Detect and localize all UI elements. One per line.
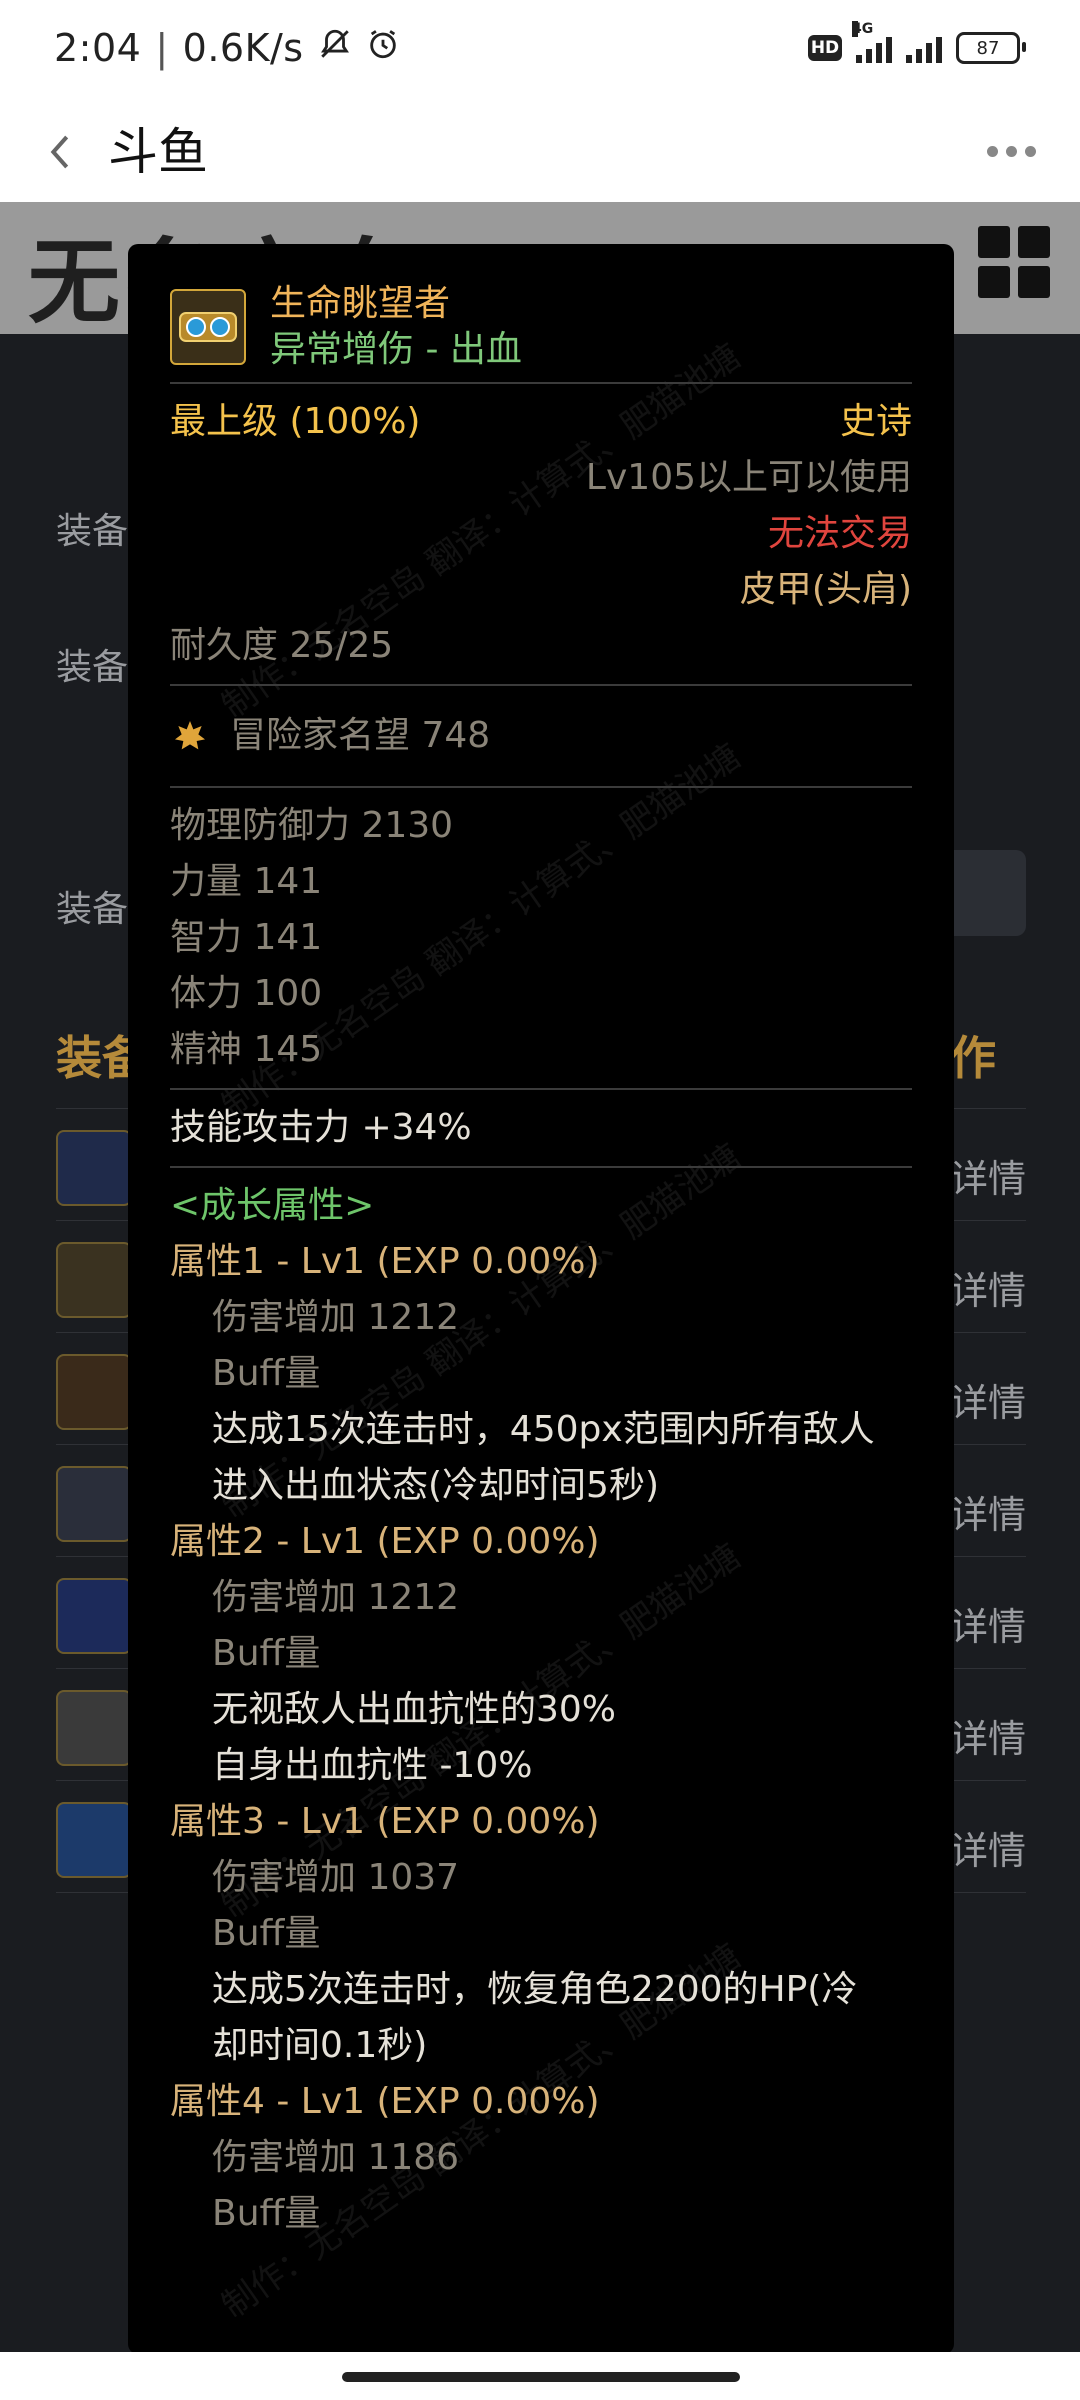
equipment-slot-icon[interactable] [56, 1354, 132, 1430]
attribute-buff: Buff量 [212, 1633, 321, 1674]
detail-link[interactable]: 详情 [950, 1260, 1026, 1315]
equipment-row-label: 装备 [56, 647, 129, 688]
attribute-buff: Buff量 [212, 2193, 321, 2234]
divider [170, 684, 912, 686]
attribute-effect: 却时间0.1秒) [212, 2025, 428, 2066]
equipment-row-label: 装备 [56, 511, 129, 552]
skill-attack: 技能攻击力 +34% [170, 1107, 472, 1148]
app-header: 斗鱼 [0, 100, 1080, 202]
level-requirement: Lv105以上可以使用 [585, 457, 912, 498]
grade-row: 最上级 (100%) 史诗 [170, 394, 912, 450]
attribute-damage: 伤害增加 1212 [212, 1297, 460, 1338]
attribute-damage: 伤害增加 1037 [212, 1857, 460, 1898]
attribute-effect: 自身出血抗性 -10% [212, 1745, 533, 1786]
battery-level: 87 [976, 37, 1000, 59]
equipment-row-label: 装备 [56, 889, 129, 930]
goggles-icon [170, 289, 246, 365]
stat-vitality: 体力 100 [170, 973, 323, 1014]
equipment-slot-icon[interactable] [56, 1578, 132, 1654]
stat-intelligence: 智力 141 [170, 917, 323, 958]
stat-spirit: 精神 145 [170, 1029, 323, 1070]
renown-row: 冒险家名望 748 [170, 696, 912, 776]
detail-link[interactable]: 详情 [950, 1148, 1026, 1203]
divider [170, 382, 912, 384]
equipment-slot-icon[interactable] [56, 1802, 132, 1878]
divider [170, 1088, 912, 1090]
stat-physical-defense: 物理防御力 2130 [170, 805, 454, 846]
equipment-slot-icon[interactable] [56, 1242, 132, 1318]
attribute-buff: Buff量 [212, 1353, 321, 1394]
attribute-effect: 达成5次连击时，恢复角色2200的HP(冷 [212, 1969, 858, 2010]
item-name: 生命眺望者 [270, 283, 451, 324]
status-separator: | [155, 26, 169, 70]
attribute-buff: Buff量 [212, 1913, 321, 1954]
attribute-effect: 进入出血状态(冷却时间5秒) [212, 1465, 659, 1506]
renown-icon [170, 716, 210, 756]
clock: 2:04 [54, 26, 142, 70]
back-button[interactable] [30, 122, 90, 182]
page-title: 斗鱼 [108, 123, 208, 181]
alarm-icon [366, 26, 400, 70]
detail-link[interactable]: 详情 [950, 1708, 1026, 1763]
attribute-damage: 伤害增加 1186 [212, 2137, 460, 2178]
attribute-title: 属性3 - Lv1 (EXP 0.00%) [170, 1801, 600, 1842]
item-rarity: 史诗 [839, 401, 912, 442]
status-right: HD 4G 87 [808, 21, 1026, 64]
bell-mute-icon [318, 26, 352, 70]
item-header: 生命眺望者 异常增伤 - 出血 [170, 282, 912, 372]
more-options-button[interactable] [987, 136, 1036, 166]
equipment-slot-icon[interactable] [56, 1690, 132, 1766]
trade-status: 无法交易 [767, 513, 912, 554]
growth-header: <成长属性> [170, 1185, 375, 1226]
network-type-label: 4G [852, 21, 874, 37]
item-type: 皮甲(头肩) [739, 569, 912, 610]
detail-link[interactable]: 详情 [950, 1596, 1026, 1651]
grid-menu-icon[interactable] [978, 226, 1050, 298]
stat-strength: 力量 141 [170, 861, 323, 902]
item-grade: 最上级 (100%) [170, 401, 421, 442]
attribute-title: 属性4 - Lv1 (EXP 0.00%) [170, 2081, 600, 2122]
renown-value: 冒险家名望 748 [230, 715, 491, 756]
hd-badge: HD [808, 35, 842, 61]
network-speed: 0.6K/s [182, 26, 304, 70]
tooltip-content: 生命眺望者 异常增伤 - 出血 最上级 (100%) 史诗 Lv105以上可以使… [170, 282, 912, 2242]
item-subtitle: 异常增伤 - 出血 [270, 329, 522, 370]
attribute-title: 属性2 - Lv1 (EXP 0.00%) [170, 1521, 600, 1562]
attribute-effect: 达成15次连击时，450px范围内所有敌人 [212, 1409, 875, 1450]
attribute-title: 属性1 - Lv1 (EXP 0.00%) [170, 1241, 600, 1282]
status-bar: 2:04 | 0.6K/s HD 4G 87 [0, 0, 1080, 100]
divider [170, 1166, 912, 1168]
signal-icon-4g: 4G [852, 21, 892, 63]
item-names: 生命眺望者 异常增伤 - 出血 [270, 281, 522, 373]
durability: 耐久度 25/25 [170, 625, 394, 666]
section-heading-right: 作 [950, 1031, 996, 1085]
divider [170, 786, 912, 788]
equipment-slot-icon[interactable] [56, 1130, 132, 1206]
battery-icon: 87 [956, 32, 1026, 64]
detail-link[interactable]: 详情 [950, 1820, 1026, 1875]
gesture-bar [0, 2352, 1080, 2400]
equipment-slot-icon[interactable] [56, 1466, 132, 1542]
attribute-effect: 无视敌人出血抗性的30% [212, 1689, 617, 1730]
status-left: 2:04 | 0.6K/s [54, 26, 400, 70]
item-tooltip: 制作：无名空岛 翻译：计算式、肥猫池塘 制作：无名空岛 翻译：计算式、肥猫池塘 … [128, 244, 954, 2354]
attribute-damage: 伤害增加 1212 [212, 1577, 460, 1618]
detail-link[interactable]: 详情 [950, 1484, 1026, 1539]
signal-icon [906, 33, 942, 63]
detail-link[interactable]: 详情 [950, 1372, 1026, 1427]
home-indicator[interactable] [342, 2372, 740, 2382]
chevron-left-icon [50, 135, 69, 169]
